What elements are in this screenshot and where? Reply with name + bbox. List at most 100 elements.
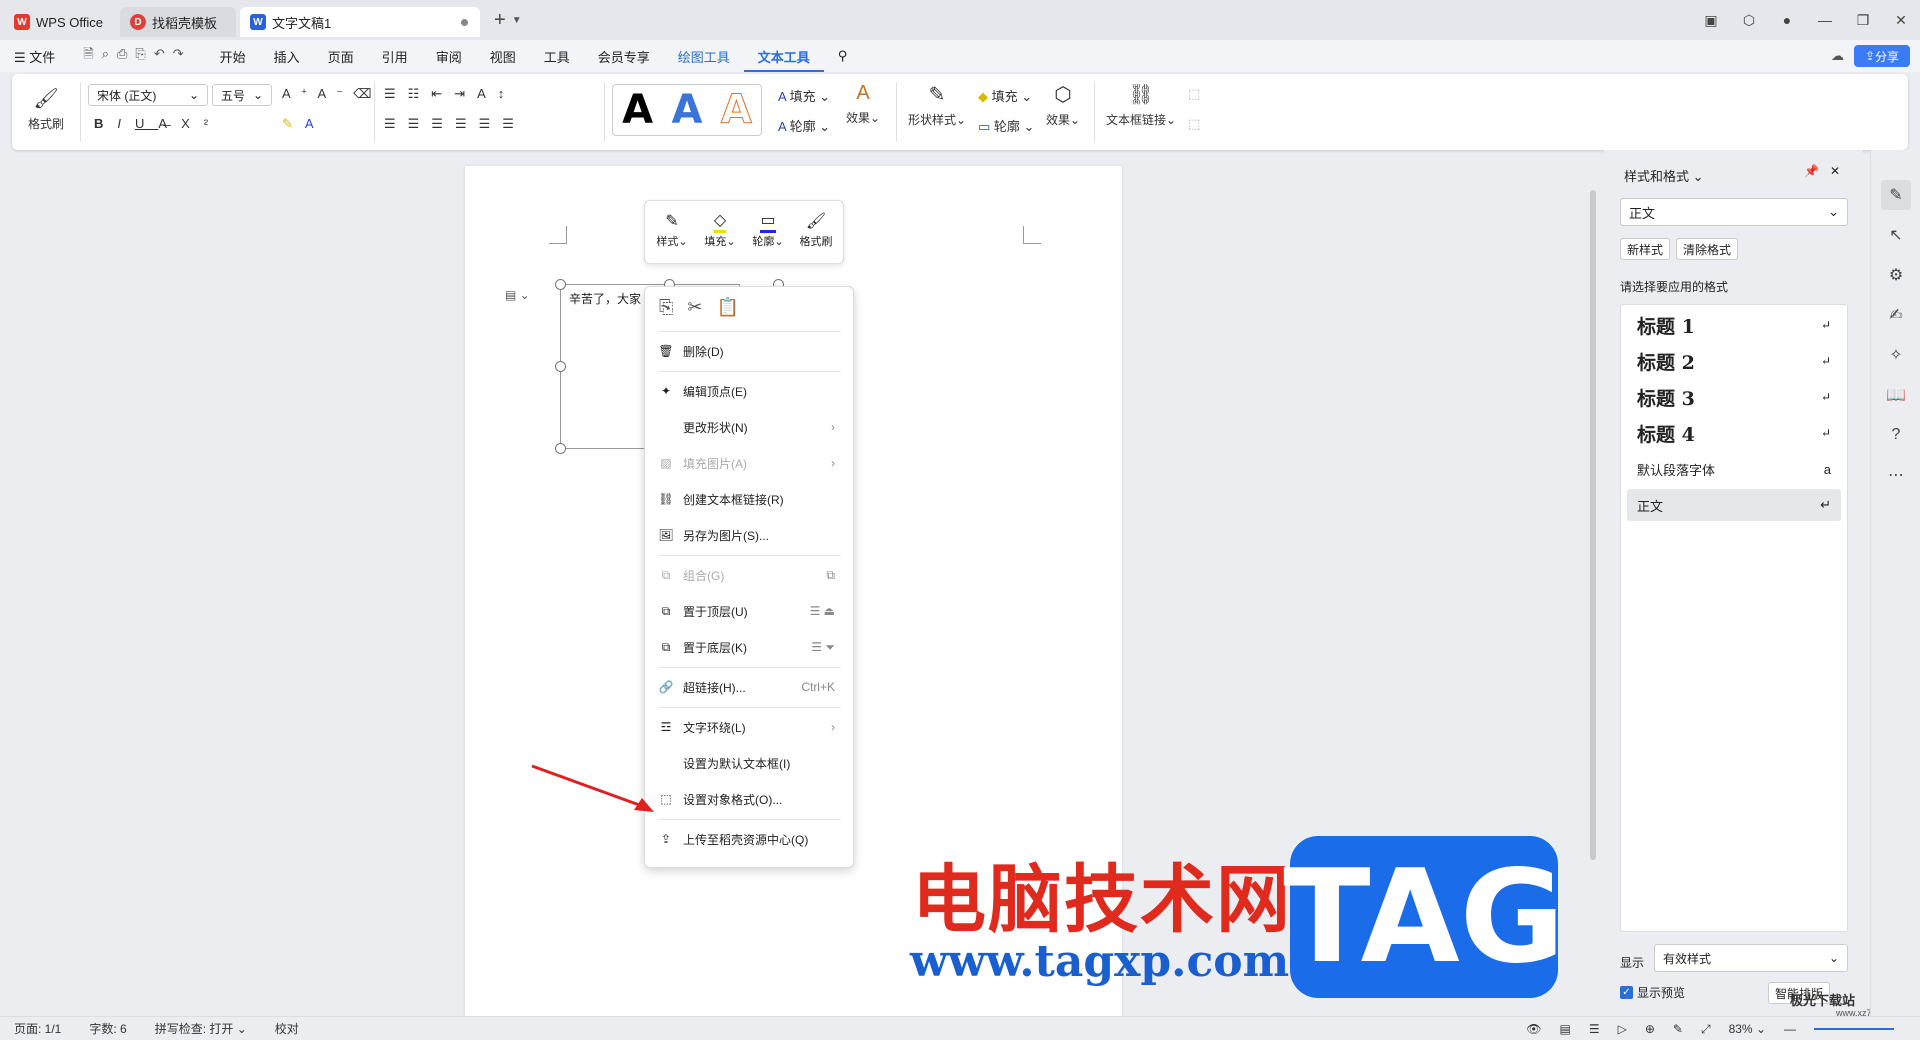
resize-handle[interactable] [555, 443, 566, 454]
new-tab-button[interactable]: + [494, 9, 506, 32]
menu-item-tools[interactable]: 工具 [530, 47, 584, 66]
paste-icon[interactable]: 📋 [717, 297, 739, 318]
panel-title[interactable]: 样式和格式 ⌄ [1624, 166, 1704, 185]
menu-item-format-object[interactable]: ⬚ 设置对象格式(O)... [657, 785, 843, 813]
text-fill-button[interactable]: A 填充 ⌄ [778, 86, 830, 105]
close-icon[interactable]: ✕ [1830, 164, 1840, 178]
menu-item-text-tools[interactable]: 文本工具 [743, 47, 824, 72]
zoom-level[interactable]: 83% ⌄ [1729, 1022, 1766, 1036]
list-buttons[interactable]: ☰☷⇤⇥A↕ [384, 86, 516, 102]
style-item[interactable]: 标题 1 ↵ [1627, 309, 1841, 341]
color-buttons[interactable]: ✎A [282, 116, 326, 132]
zoom-slider[interactable] [1814, 1028, 1894, 1030]
layer-icons[interactable]: ☰ ⏏ [810, 604, 835, 618]
style-item-selected[interactable]: 正文 ↵ [1627, 489, 1841, 521]
avatar[interactable]: ● [1768, 12, 1806, 28]
outline-view-icon[interactable]: ☰ [1589, 1022, 1600, 1036]
menu-item-home[interactable]: 开始 [206, 47, 260, 66]
eye-icon[interactable]: 👁 [1526, 1022, 1541, 1036]
menu-item-drawing-tools[interactable]: 绘图工具 [664, 47, 744, 66]
menu-item-set-default[interactable]: 设置为默认文本框(I) [657, 749, 843, 777]
book-icon[interactable]: 📖 [1881, 380, 1911, 410]
help-icon[interactable]: ? [1881, 420, 1911, 450]
tab-docer-templates[interactable]: D 找稻壳模板 [120, 7, 236, 37]
more-icon[interactable]: ⋯ [1881, 460, 1911, 490]
select-cursor-icon[interactable]: ↖ [1881, 220, 1911, 250]
minimize-icon[interactable]: — [1806, 12, 1844, 28]
style-item[interactable]: 标题 3 ↵ [1627, 381, 1841, 413]
text-effect-button[interactable]: A 效果⌄ [846, 82, 880, 126]
layout-icon[interactable]: ▣ [1692, 12, 1730, 29]
page-view-icon[interactable]: ▤ [1560, 1022, 1571, 1036]
menu-item-send-to-back[interactable]: ⧉ 置于底层(K) ☰ ⏷ [657, 633, 843, 661]
font-style-buttons[interactable]: BIUA̶X² [94, 116, 222, 131]
style-pen-icon[interactable]: ✎ [1881, 180, 1911, 210]
proofread-button[interactable]: 校对 [261, 1020, 313, 1037]
show-select[interactable]: 有效样式 ⌄ [1654, 944, 1848, 972]
menu-item-insert[interactable]: 插入 [260, 47, 314, 66]
menu-item-edit-points[interactable]: ✦ 编辑顶点(E) [657, 377, 843, 405]
align-buttons[interactable]: ☰☰☰☰☰☰ [384, 116, 526, 132]
text-outline-button[interactable]: A 轮廓 ⌄ [778, 116, 830, 135]
web-view-icon[interactable]: ⊕ [1645, 1022, 1655, 1036]
frame-icon[interactable]: ⬚ [1188, 86, 1200, 102]
tab-document[interactable]: W 文字文稿1 [240, 7, 480, 37]
close-icon[interactable]: ✕ [1882, 12, 1920, 29]
copy-icon[interactable]: ⎘ [659, 297, 673, 318]
menu-item-view[interactable]: 视图 [476, 47, 530, 66]
pin-icon[interactable]: 📌 [1804, 164, 1819, 178]
format-painter-button[interactable]: 🖌 格式刷 [28, 86, 64, 132]
anchor-icon[interactable]: ▤ ⌄ [505, 288, 543, 306]
style-button[interactable]: ✎ 样式⌄ [649, 209, 695, 249]
menu-item-save-as-picture[interactable]: 🖼 另存为图片(S)... [657, 521, 843, 549]
chevron-down-icon[interactable]: ▼ [512, 15, 522, 26]
frame-icon[interactable]: ⬚ [1188, 116, 1200, 132]
font-name-select[interactable]: 宋体 (正文) ⌄ [88, 84, 208, 106]
menu-item-upload[interactable]: ⇪ 上传至稻壳资源中心(Q) [657, 825, 843, 853]
menu-item-member[interactable]: 会员专享 [584, 47, 664, 66]
resize-handle[interactable] [555, 279, 566, 290]
shape-outline-button[interactable]: ▭ 轮廓 ⌄ [978, 116, 1034, 135]
outline-button[interactable]: ▭ 轮廓⌄ [745, 209, 791, 249]
quick-access-icons[interactable]: 🗎⌕⎙⎘↶↷ [69, 45, 205, 67]
style-item[interactable]: 标题 4 ↵ [1627, 417, 1841, 449]
pen-icon[interactable]: ✎ [1673, 1022, 1683, 1036]
cloud-icon[interactable]: ☁ [1831, 48, 1844, 64]
layer-icons[interactable]: ☰ ⏷ [811, 640, 835, 655]
fill-button[interactable]: ◇ 填充⌄ [697, 209, 743, 249]
restore-icon[interactable]: ❐ [1844, 12, 1882, 29]
menu-file[interactable]: ☰ 文件 [0, 47, 69, 66]
font-size-buttons[interactable]: A⁺A⁻⌫ [282, 86, 381, 102]
menu-item-hyperlink[interactable]: 🔗 超链接(H)... Ctrl+K [657, 673, 843, 701]
zoom-out-icon[interactable]: — [1784, 1022, 1796, 1036]
menu-item-create-link[interactable]: ⛓ 创建文本框链接(R) [657, 485, 843, 513]
menu-item-text-wrap[interactable]: ☲ 文字环绕(L) › [657, 713, 843, 741]
text-box-content[interactable]: 辛苦了，大家 [569, 290, 641, 307]
shape-fill-button[interactable]: ◆ 填充 ⌄ [978, 86, 1032, 105]
cut-icon[interactable]: ✂ [687, 297, 702, 318]
play-icon[interactable]: ▷ [1618, 1022, 1627, 1036]
current-style-select[interactable]: 正文 ⌄ [1620, 198, 1848, 226]
clear-format-button[interactable]: 清除格式 [1676, 238, 1739, 260]
menu-item-review[interactable]: 审阅 [422, 47, 476, 66]
spell-check[interactable]: 拼写检查: 打开 ⌄ [141, 1020, 261, 1037]
menu-item-change-shape[interactable]: 更改形状(N) › [657, 413, 843, 441]
new-style-button[interactable]: 新样式 [1620, 238, 1671, 260]
style-item[interactable]: 默认段落字体 a [1627, 453, 1841, 485]
vertical-scrollbar[interactable] [1586, 150, 1600, 1016]
menu-item-page[interactable]: 页面 [314, 47, 368, 66]
shape-effect-button[interactable]: ⬡ 效果⌄ [1046, 82, 1080, 128]
cube-icon[interactable]: ⬡ [1730, 12, 1768, 29]
adjust-icon[interactable]: ⚙ [1881, 260, 1911, 290]
share-button[interactable]: ⇪ 分享 [1854, 45, 1910, 67]
style-item[interactable]: 标题 2 ↵ [1627, 345, 1841, 377]
text-style-gallery[interactable]: A A A [612, 84, 762, 136]
tab-wps-office[interactable]: W WPS Office [4, 7, 116, 37]
tools-icon[interactable]: ✧ [1881, 340, 1911, 370]
menu-item-bring-to-front[interactable]: ⧉ 置于顶层(U) ☰ ⏏ [657, 597, 843, 625]
menu-item-delete[interactable]: 🗑 删除(D) [657, 337, 843, 365]
resize-handle[interactable] [555, 361, 566, 372]
textbox-link-button[interactable]: ⛓ 文本框链接⌄ [1106, 82, 1176, 128]
shape-style-button[interactable]: ✎ 形状样式⌄ [908, 82, 966, 128]
page-count[interactable]: 页面: 1/1 [0, 1020, 75, 1037]
